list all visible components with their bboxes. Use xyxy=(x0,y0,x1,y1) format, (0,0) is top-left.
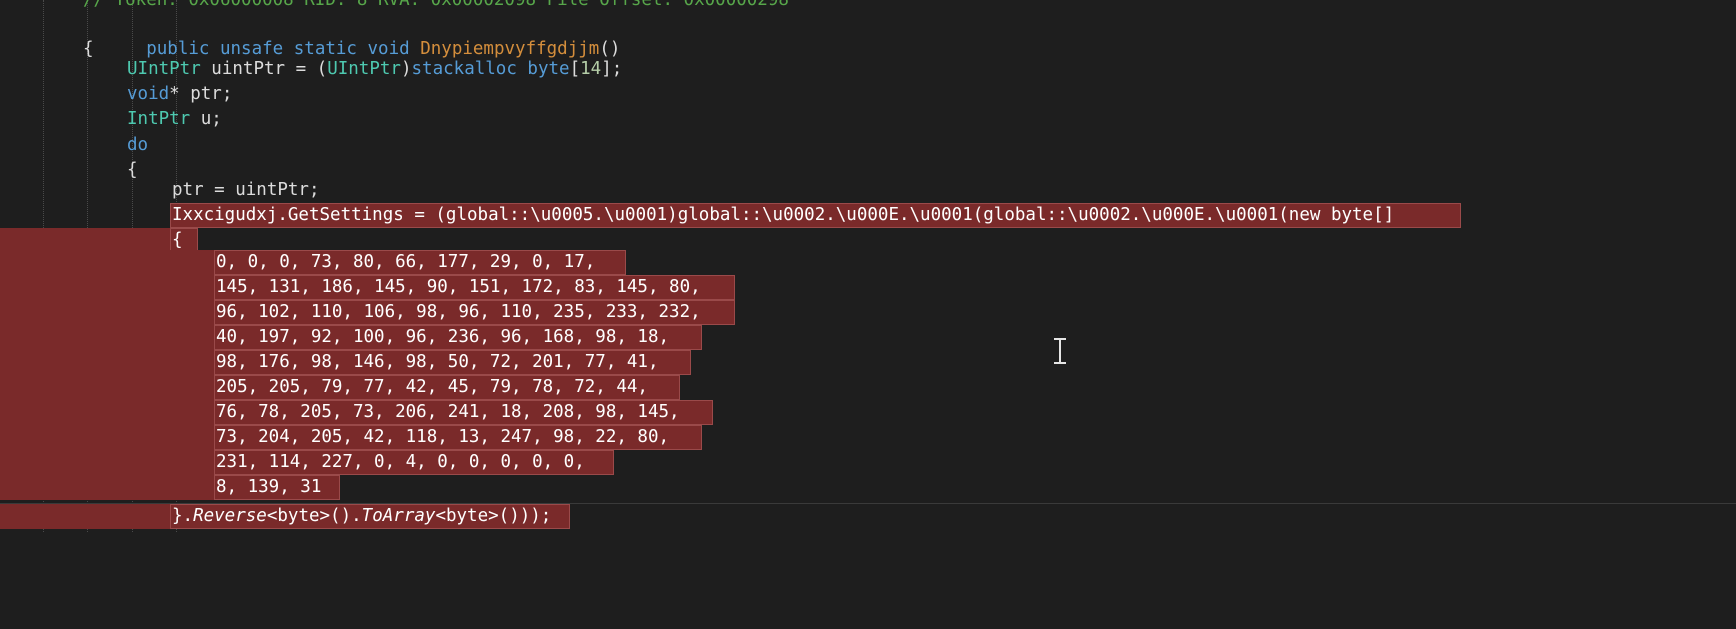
array-row: 8, 139, 31 xyxy=(216,477,322,497)
intptr-declaration: IntPtr u; xyxy=(127,107,222,132)
uintptr-declaration: UIntPtr uintPtr = (UIntPtr)stackalloc by… xyxy=(127,57,622,82)
code-line-array-row[interactable]: 40, 197, 92, 100, 96, 236, 96, 168, 98, … xyxy=(0,325,1736,350)
i-beam-cursor-icon xyxy=(1053,338,1067,364)
code-line-array-row[interactable]: 0, 0, 0, 73, 80, 66, 177, 29, 0, 17, xyxy=(0,250,1736,275)
selection-highlight xyxy=(0,325,214,350)
array-row: 96, 102, 110, 106, 98, 96, 110, 235, 233… xyxy=(216,302,701,322)
selection-highlight xyxy=(0,300,214,325)
code-line-getsettings[interactable]: Ixxcigudxj.GetSettings = (global::\u0005… xyxy=(0,203,1736,228)
selection-highlight xyxy=(0,400,214,425)
bracket-close: ]; xyxy=(601,59,623,79)
code-line-array-row[interactable]: 145, 131, 186, 145, 90, 151, 172, 83, 14… xyxy=(0,275,1736,300)
getsettings-statement: Ixxcigudxj.GetSettings = (global::\u0005… xyxy=(172,205,1395,225)
selection-highlight xyxy=(0,350,214,375)
number-literal: 14 xyxy=(580,59,602,79)
method-reverse[interactable]: Reverse xyxy=(193,506,267,526)
array-row: 0, 0, 0, 73, 80, 66, 177, 29, 0, 17, xyxy=(216,252,596,272)
code-line-array-row[interactable]: 98, 176, 98, 146, 98, 50, 72, 201, 77, 4… xyxy=(0,350,1736,375)
array-row: 40, 197, 92, 100, 96, 236, 96, 168, 98, … xyxy=(216,327,670,347)
code-line-voidptr[interactable]: void* ptr; xyxy=(0,82,1736,107)
array-row: 76, 78, 205, 73, 206, 241, 18, 208, 98, … xyxy=(216,402,680,422)
assign-statement: ptr = uintPtr; xyxy=(172,180,320,200)
voidptr-text: * ptr; xyxy=(169,84,233,104)
code-line-assign[interactable]: ptr = uintPtr; xyxy=(0,178,1736,203)
selection-highlight xyxy=(0,375,214,400)
selection-highlight xyxy=(0,250,214,275)
method-signature: public unsafe static void Dnypiempvyffgd… xyxy=(83,12,620,59)
type-intptr[interactable]: IntPtr xyxy=(127,109,190,129)
code-line-signature[interactable]: public unsafe static void Dnypiempvyffgd… xyxy=(0,12,1736,59)
keyword-stackalloc: stackalloc xyxy=(411,59,517,79)
code-editor[interactable]: // Token: 0x06000008 RID: 8 RVA: 0x00002… xyxy=(0,0,1736,532)
uintptr-text: uintPtr = ( xyxy=(200,59,328,79)
code-line-array-row[interactable]: 205, 205, 79, 77, 42, 45, 79, 78, 72, 44… xyxy=(0,375,1736,400)
generic-byte-close: <byte>())); xyxy=(435,506,552,526)
voidptr-declaration: void* ptr; xyxy=(127,82,232,107)
code-line-intptr[interactable]: IntPtr u; xyxy=(0,107,1736,132)
selection-highlight xyxy=(0,275,214,300)
array-close-statement: }.Reverse<byte>().ToArray<byte>())); xyxy=(172,504,551,529)
code-line-array-row[interactable]: 231, 114, 227, 0, 4, 0, 0, 0, 0, 0, xyxy=(0,450,1736,475)
type-uintptr[interactable]: UIntPtr xyxy=(127,59,201,79)
array-row: 73, 204, 205, 42, 118, 13, 247, 98, 22, … xyxy=(216,427,670,447)
array-row: 98, 176, 98, 146, 98, 50, 72, 201, 77, 4… xyxy=(216,352,659,372)
selection-highlight xyxy=(0,450,214,475)
keyword-byte: byte xyxy=(527,59,570,79)
selection-highlight xyxy=(0,475,214,500)
close-brace: }. xyxy=(172,506,194,526)
code-line-array-row[interactable]: 8, 139, 31 xyxy=(0,475,1736,500)
generic-byte: <byte>(). xyxy=(266,506,362,526)
keyword-void: void xyxy=(127,84,170,104)
type-uintptr-cast[interactable]: UIntPtr xyxy=(327,59,401,79)
code-line-do[interactable]: do xyxy=(0,133,1736,158)
intptr-text: u; xyxy=(190,109,222,129)
code-line-uintptr[interactable]: UIntPtr uintPtr = (UIntPtr)stackalloc by… xyxy=(0,57,1736,82)
code-line-array-row[interactable]: 73, 204, 205, 42, 118, 13, 247, 98, 22, … xyxy=(0,425,1736,450)
code-line-array-row[interactable]: 76, 78, 205, 73, 206, 241, 18, 208, 98, … xyxy=(0,400,1736,425)
code-line-array-row[interactable]: 96, 102, 110, 106, 98, 96, 110, 235, 233… xyxy=(0,300,1736,325)
keyword-do: do xyxy=(127,135,149,155)
selection-highlight xyxy=(0,425,214,450)
cast-close: ) xyxy=(400,59,412,79)
selection-highlight xyxy=(0,504,170,529)
method-toarray[interactable]: ToArray xyxy=(362,506,436,526)
bracket-open: [ xyxy=(569,59,581,79)
array-row: 145, 131, 186, 145, 90, 151, 172, 83, 14… xyxy=(216,277,701,297)
code-line-array-close[interactable]: }.Reverse<byte>().ToArray<byte>())); xyxy=(0,504,1736,529)
array-row: 205, 205, 79, 77, 42, 45, 79, 78, 72, 44… xyxy=(216,377,648,397)
array-row: 231, 114, 227, 0, 4, 0, 0, 0, 0, 0, xyxy=(216,452,585,472)
